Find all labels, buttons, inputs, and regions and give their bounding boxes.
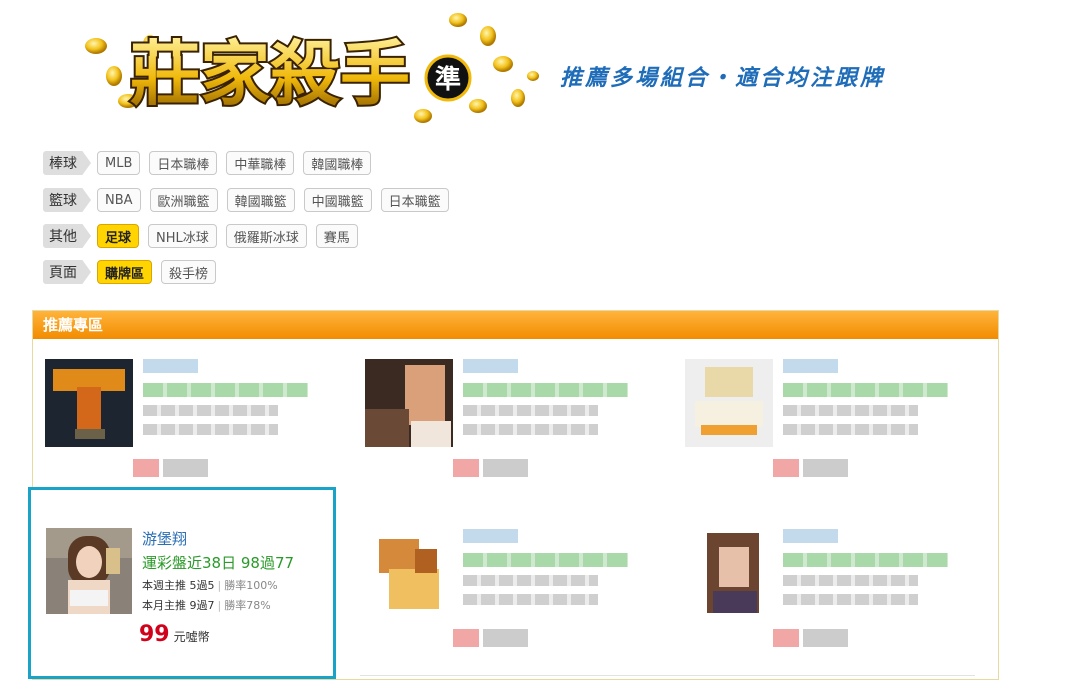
tipster-price-blurred [773,629,848,647]
logo-title: 莊家殺手 [130,33,410,115]
filter-khl[interactable]: 俄羅斯冰球 [225,224,307,248]
filter-row-baseball: 棒球 MLB 日本職棒 中華職棒 韓國職棒 [43,150,380,176]
featured-tipster-card[interactable]: 游堡翔 運彩盤近38日 98過77 本週主推 5過5 | 勝率100% 本月主推 9… [28,487,336,679]
filter-kbo[interactable]: 韓國職棒 [303,151,372,175]
tipster-avatar [45,359,133,447]
filter-soccer[interactable]: 足球 [97,224,140,248]
filter-label-baseball: 棒球 [43,151,91,175]
filter-purchase-area[interactable]: 購牌區 [97,260,153,284]
filter-kbl[interactable]: 韓國職籃 [226,188,295,212]
tipster-card[interactable] [673,347,973,487]
tipster-avatar [365,359,453,447]
featured-price[interactable]: 99 元噓幣 [139,622,210,647]
logo-badge: 準 [435,64,461,95]
filter-horse-racing[interactable]: 賽馬 [315,224,358,248]
stat-separator: | [217,599,222,612]
tipster-price-blurred [133,459,208,477]
featured-price-unit: 元噓幣 [173,630,210,644]
featured-month-label: 本月主推 9過7 [142,599,215,612]
tipster-info-blurred [783,357,973,435]
filter-nba[interactable]: NBA [97,188,141,212]
filter-label-other: 其他 [43,224,91,248]
featured-tipster-record: 運彩盤近38日 98過77 [142,554,295,572]
logo: 莊家殺手 準 [85,13,539,123]
recommend-panel-title: 推薦專區 [33,311,998,339]
filter-cba[interactable]: 中國職籃 [303,188,372,212]
tipster-info-blurred [143,357,333,435]
filter-bleague[interactable]: 日本職籃 [380,188,449,212]
filter-label-page: 頁面 [43,260,91,284]
tipster-card[interactable] [353,347,653,487]
featured-tipster-avatar [46,528,132,614]
featured-week-stat: 本週主推 5過5 | 勝率100% [142,577,278,593]
filter-npb[interactable]: 日本職棒 [149,151,218,175]
filter-euroleague[interactable]: 歐洲職籃 [149,188,218,212]
filter-killer-ranking[interactable]: 殺手榜 [161,260,217,284]
tipster-price-blurred [453,459,528,477]
tipster-card[interactable] [33,347,333,487]
featured-price-amount: 99 [139,622,170,647]
tipster-price-blurred [453,629,528,647]
divider [360,675,975,676]
filter-mlb[interactable]: MLB [97,151,141,175]
filter-nhl[interactable]: NHL冰球 [148,224,217,248]
featured-week-rate: 勝率100% [224,579,278,592]
slogan: 推薦多場組合・適合均注跟牌 [560,66,886,91]
stat-separator: | [217,579,222,592]
filter-cpbl[interactable]: 中華職棒 [226,151,295,175]
featured-tipster-name[interactable]: 游堡翔 [142,528,187,549]
tipster-info-blurred [463,357,653,435]
tipster-card[interactable] [673,517,973,657]
filter-row-page: 頁面 購牌區 殺手榜 [43,259,225,285]
tipster-avatar [685,529,773,617]
tipster-avatar [365,529,453,617]
featured-month-rate: 勝率78% [224,599,271,612]
tipster-card[interactable] [353,517,653,657]
tipster-info-blurred [463,527,653,605]
featured-month-stat: 本月主推 9過7 | 勝率78% [142,597,271,613]
featured-week-label: 本週主推 5過5 [142,579,215,592]
tipster-price-blurred [773,459,848,477]
tipster-info-blurred [783,527,973,605]
filter-row-other: 其他 足球 NHL冰球 俄羅斯冰球 賽馬 [43,223,367,249]
filter-row-basketball: 籃球 NBA 歐洲職籃 韓國職籃 中國職籃 日本職籃 [43,187,458,213]
tipster-avatar [685,359,773,447]
filter-label-basketball: 籃球 [43,188,91,212]
